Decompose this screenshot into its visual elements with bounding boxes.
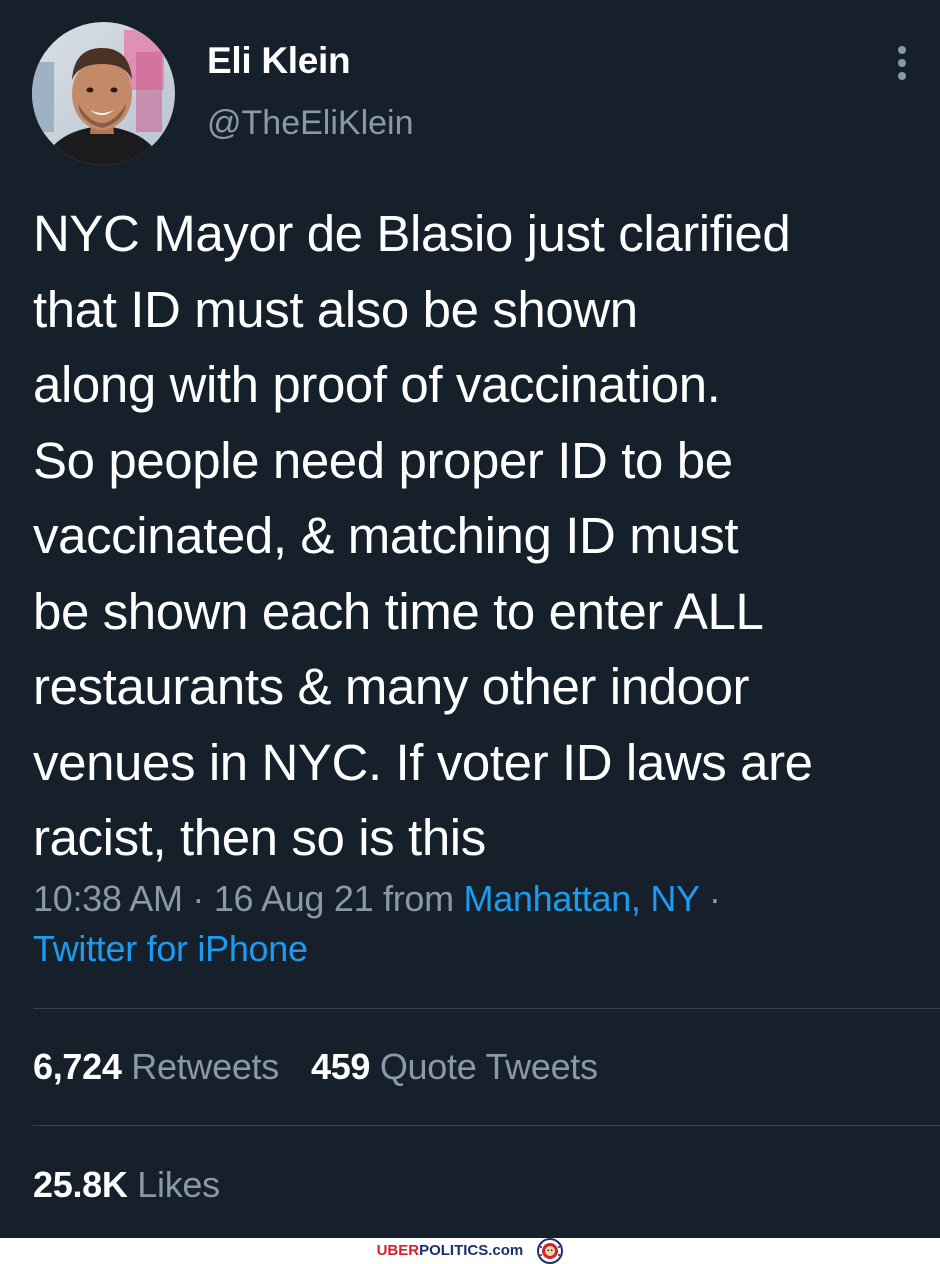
separator-dot: ·: [192, 878, 205, 919]
tweet-metadata: 10:38 AM · 16 Aug 21 from Manhattan, NY …: [33, 874, 913, 974]
tweet-text: NYC Mayor de Blasio just clarified that …: [33, 196, 933, 876]
tweet-text-line: racist, then so is this: [33, 809, 486, 866]
tweet-time[interactable]: 10:38 AM: [33, 878, 183, 919]
tweet-date[interactable]: 16 Aug 21: [214, 878, 374, 919]
tweet-text-line: be shown each time to enter ALL: [33, 582, 764, 640]
tweet-metadata-line-1: 10:38 AM · 16 Aug 21 from Manhattan, NY …: [33, 874, 913, 924]
avatar-photo: [32, 22, 175, 165]
from-label: from: [383, 878, 454, 919]
tweet-card: Eli Klein @TheEliKlein NYC Mayor de Blas…: [0, 0, 940, 1238]
watermark-brand-politics: POLITICS.com: [419, 1242, 524, 1260]
more-options-button[interactable]: [886, 42, 918, 86]
tweet-text-line: along with proof of vaccination.: [33, 356, 721, 413]
tweet-text-line: vaccinated, & matching ID must: [33, 507, 739, 564]
tweet-text-line: NYC Mayor de Blasio just clarified: [33, 205, 791, 262]
likes-stat[interactable]: 25.8K Likes: [33, 1164, 220, 1206]
tweet-metadata-line-2: Twitter for iPhone: [33, 924, 913, 974]
tweet-text-line: that ID must also be shown: [33, 280, 638, 338]
author-display-name[interactable]: Eli Klein: [207, 40, 351, 82]
author-handle[interactable]: @TheEliKlein: [207, 104, 414, 143]
retweets-stat[interactable]: 6,724 Retweets: [33, 1046, 279, 1088]
stats-row-likes: 25.8K Likes: [33, 1164, 220, 1206]
likes-label: Likes: [137, 1164, 220, 1205]
watermark-text: UBERPOLITICS.com: [377, 1242, 524, 1259]
watermark: UBERPOLITICS.com: [0, 1238, 940, 1264]
location-link[interactable]: Manhattan, NY: [464, 878, 700, 919]
likes-count: 25.8K: [33, 1164, 128, 1205]
tweet-text-line: So people need proper ID to be: [33, 431, 733, 489]
divider: [33, 1125, 940, 1126]
author-avatar[interactable]: [32, 22, 175, 165]
watermark-bar: UBERPOLITICS.com: [0, 1238, 940, 1264]
watermark-brand-uber: UBER: [376, 1242, 420, 1260]
stats-row-shares: 6,724 Retweets 459 Quote Tweets: [33, 1046, 598, 1088]
quote-tweets-label: Quote Tweets: [379, 1046, 598, 1087]
retweets-label: Retweets: [131, 1046, 279, 1087]
tweet-text-line: restaurants & many other indoor: [33, 658, 750, 715]
quote-tweets-count: 459: [310, 1046, 371, 1087]
lion-crest-icon: [537, 1238, 564, 1264]
separator-dot: ·: [708, 878, 721, 919]
quote-tweets-stat[interactable]: 459 Quote Tweets: [311, 1046, 598, 1088]
divider: [33, 1008, 940, 1009]
source-link[interactable]: Twitter for iPhone: [33, 928, 308, 969]
more-vertical-icon: [898, 46, 906, 80]
retweets-count: 6,724: [33, 1046, 122, 1087]
tweet-text-line: venues in NYC. If voter ID laws are: [33, 733, 813, 791]
